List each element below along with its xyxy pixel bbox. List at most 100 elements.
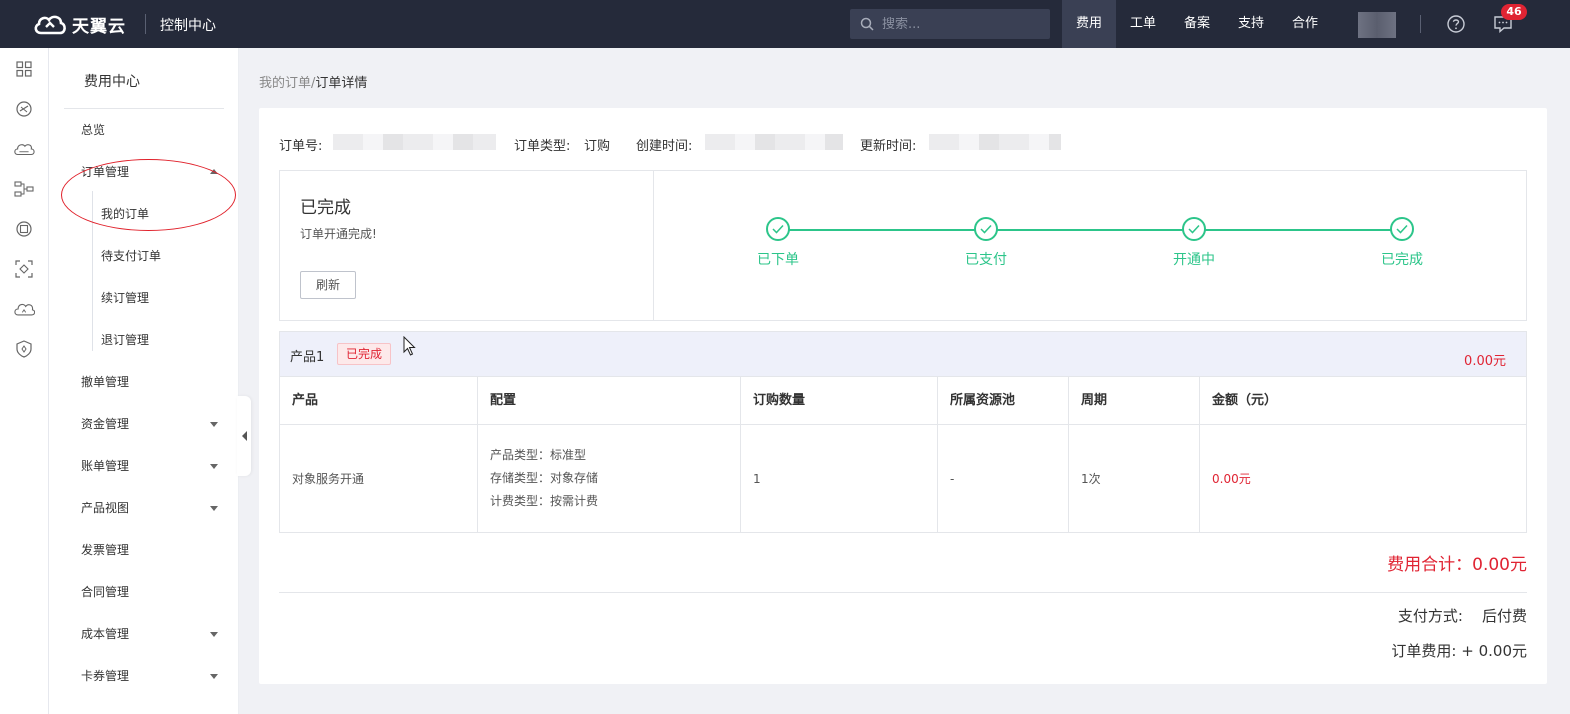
nav-tickets[interactable]: 工单 — [1116, 0, 1170, 48]
order-type-label: 订单类型: — [514, 139, 571, 154]
search-input[interactable] — [882, 16, 1032, 32]
chevron-up-icon[interactable] — [210, 169, 218, 174]
chevron-down-icon[interactable] — [210, 506, 218, 511]
step-label: 开通中 — [1173, 252, 1215, 268]
step-label: 已完成 — [1381, 252, 1423, 268]
summary-divider — [279, 592, 1527, 593]
icon-rail — [0, 48, 49, 714]
created-time-label: 创建时间: — [636, 139, 693, 154]
nav-support[interactable]: 支持 — [1224, 0, 1278, 48]
sidebar-item-bills[interactable]: 账单管理 — [81, 456, 221, 476]
order-type-value: 订购 — [584, 139, 611, 154]
column-header-pool: 所属资源池 — [938, 377, 1069, 425]
breadcrumb-my-orders[interactable]: 我的订单 — [259, 76, 311, 91]
submenu-guide-line — [92, 191, 93, 351]
order-fee-label: 订单费用: — [1391, 642, 1457, 660]
search-icon — [860, 17, 874, 31]
sidebar-item-my-orders[interactable]: 我的订单 — [101, 204, 149, 224]
scan-icon[interactable] — [13, 258, 35, 280]
step-label: 已支付 — [965, 252, 1007, 268]
status-description: 订单开通完成! — [300, 227, 377, 241]
sidebar-divider — [64, 108, 224, 109]
nav-partner[interactable]: 合作 — [1278, 0, 1332, 48]
sidebar-item-overview[interactable]: 总览 — [81, 120, 221, 140]
cloud-server-icon[interactable] — [13, 138, 35, 160]
sidebar-item-renewal[interactable]: 续订管理 — [101, 288, 149, 308]
step-paid: 已支付 — [946, 217, 1026, 269]
chevron-down-icon[interactable] — [210, 632, 218, 637]
cell-amount: 0.00元 — [1212, 472, 1251, 486]
order-number-redacted — [333, 134, 496, 150]
cell-quantity: 1 — [741, 425, 938, 532]
config-product-type: 产品类型：标准型 — [490, 448, 587, 462]
logo-divider — [145, 14, 146, 34]
sidebar-item-funds[interactable]: 资金管理 — [81, 414, 221, 434]
product-amount: 0.00元 — [1464, 354, 1506, 369]
check-icon — [1390, 217, 1414, 241]
updated-time-redacted — [929, 134, 1061, 150]
mouse-cursor-icon — [403, 336, 416, 356]
sidebar-item-pending-payment[interactable]: 待支付订单 — [101, 246, 161, 266]
step-completed: 已完成 — [1362, 217, 1442, 269]
sidebar-item-cost[interactable]: 成本管理 — [81, 624, 221, 644]
product-name: 产品1 — [290, 350, 325, 365]
product-header: 产品1 已完成 0.00元 — [279, 331, 1527, 377]
refresh-button[interactable]: 刷新 — [300, 271, 356, 299]
cell-product: 对象服务开通 — [280, 425, 478, 532]
console-title[interactable]: 控制中心 — [160, 15, 216, 35]
sidebar-item-order-management[interactable]: 订单管理 — [81, 162, 221, 182]
database-icon[interactable] — [13, 218, 35, 240]
cell-period: 1次 — [1069, 425, 1200, 532]
payment-method: 支付方式: 后付费 — [1398, 605, 1527, 626]
column-header-period: 周期 — [1069, 377, 1200, 425]
payment-method-label: 支付方式: — [1397, 607, 1463, 625]
status-title: 已完成 — [300, 198, 351, 218]
total-cost: 费用合计：0.00元 — [1387, 555, 1527, 575]
cloud-logo-icon — [34, 15, 66, 35]
shield-icon[interactable] — [13, 338, 35, 360]
sidebar-item-cancel-order[interactable]: 撤单管理 — [81, 372, 221, 392]
nav-filing[interactable]: 备案 — [1170, 0, 1224, 48]
topbar-divider — [1420, 15, 1421, 33]
config-billing-type: 计费类型：按需计费 — [490, 494, 599, 508]
sidebar-item-product-view[interactable]: 产品视图 — [81, 498, 221, 518]
sidebar-item-unsubscribe[interactable]: 退订管理 — [101, 330, 149, 350]
created-time-redacted — [705, 134, 843, 150]
sidebar-item-contracts[interactable]: 合同管理 — [81, 582, 221, 602]
breadcrumb: 我的订单/订单详情 — [259, 72, 367, 91]
payment-method-value: 后付费 — [1481, 607, 1527, 625]
step-label: 已下单 — [757, 252, 799, 268]
search-box[interactable] — [850, 9, 1050, 39]
check-icon — [974, 217, 998, 241]
config-storage-type: 存储类型：对象存储 — [490, 471, 599, 485]
breadcrumb-current: 订单详情 — [315, 76, 368, 91]
help-icon[interactable] — [1446, 14, 1466, 34]
column-header-product: 产品 — [280, 377, 478, 425]
order-status-panel: 已完成 订单开通完成! 刷新 已下单 已支付 开通中 已完成 — [279, 170, 1527, 321]
sidebar-item-label: 订单管理 — [81, 165, 130, 179]
planet-icon[interactable] — [13, 98, 35, 120]
top-bar: 天翼云 控制中心 费用 工单 备案 支持 合作 46 — [0, 0, 1570, 48]
chevron-down-icon[interactable] — [210, 464, 218, 469]
sidebar-item-coupons[interactable]: 卡券管理 — [81, 666, 221, 686]
sidebar-collapse-toggle[interactable] — [237, 396, 251, 476]
nav-billing[interactable]: 费用 — [1062, 0, 1116, 48]
brand-logo[interactable]: 天翼云 — [32, 10, 126, 38]
column-header-amount: 金额（元） — [1212, 393, 1278, 408]
status-badge: 已完成 — [337, 343, 392, 365]
cloud-storage-icon[interactable] — [13, 298, 35, 320]
network-icon[interactable] — [13, 178, 35, 200]
top-nav: 费用 工单 备案 支持 合作 — [1062, 0, 1332, 48]
chevron-down-icon[interactable] — [210, 674, 218, 679]
table-header: 产品 配置 订购数量 所属资源池 周期 金额（元） — [280, 377, 1526, 425]
order-detail-card: 订单号: 订单类型: 订购 创建时间: 更新时间: 已完成 订单开通完成! 刷新… — [259, 108, 1547, 684]
dashboard-icon[interactable] — [13, 58, 35, 80]
cell-config: 产品类型：标准型 存储类型：对象存储 计费类型：按需计费 — [478, 425, 741, 532]
chevron-down-icon[interactable] — [210, 422, 218, 427]
order-progress-steps: 已下单 已支付 开通中 已完成 — [654, 171, 1526, 320]
check-icon — [766, 217, 790, 241]
table-row: 对象服务开通 产品类型：标准型 存储类型：对象存储 计费类型：按需计费 1 - … — [280, 425, 1526, 532]
sidebar-item-invoices[interactable]: 发票管理 — [81, 540, 221, 560]
user-avatar[interactable] — [1358, 12, 1396, 38]
check-icon — [1182, 217, 1206, 241]
